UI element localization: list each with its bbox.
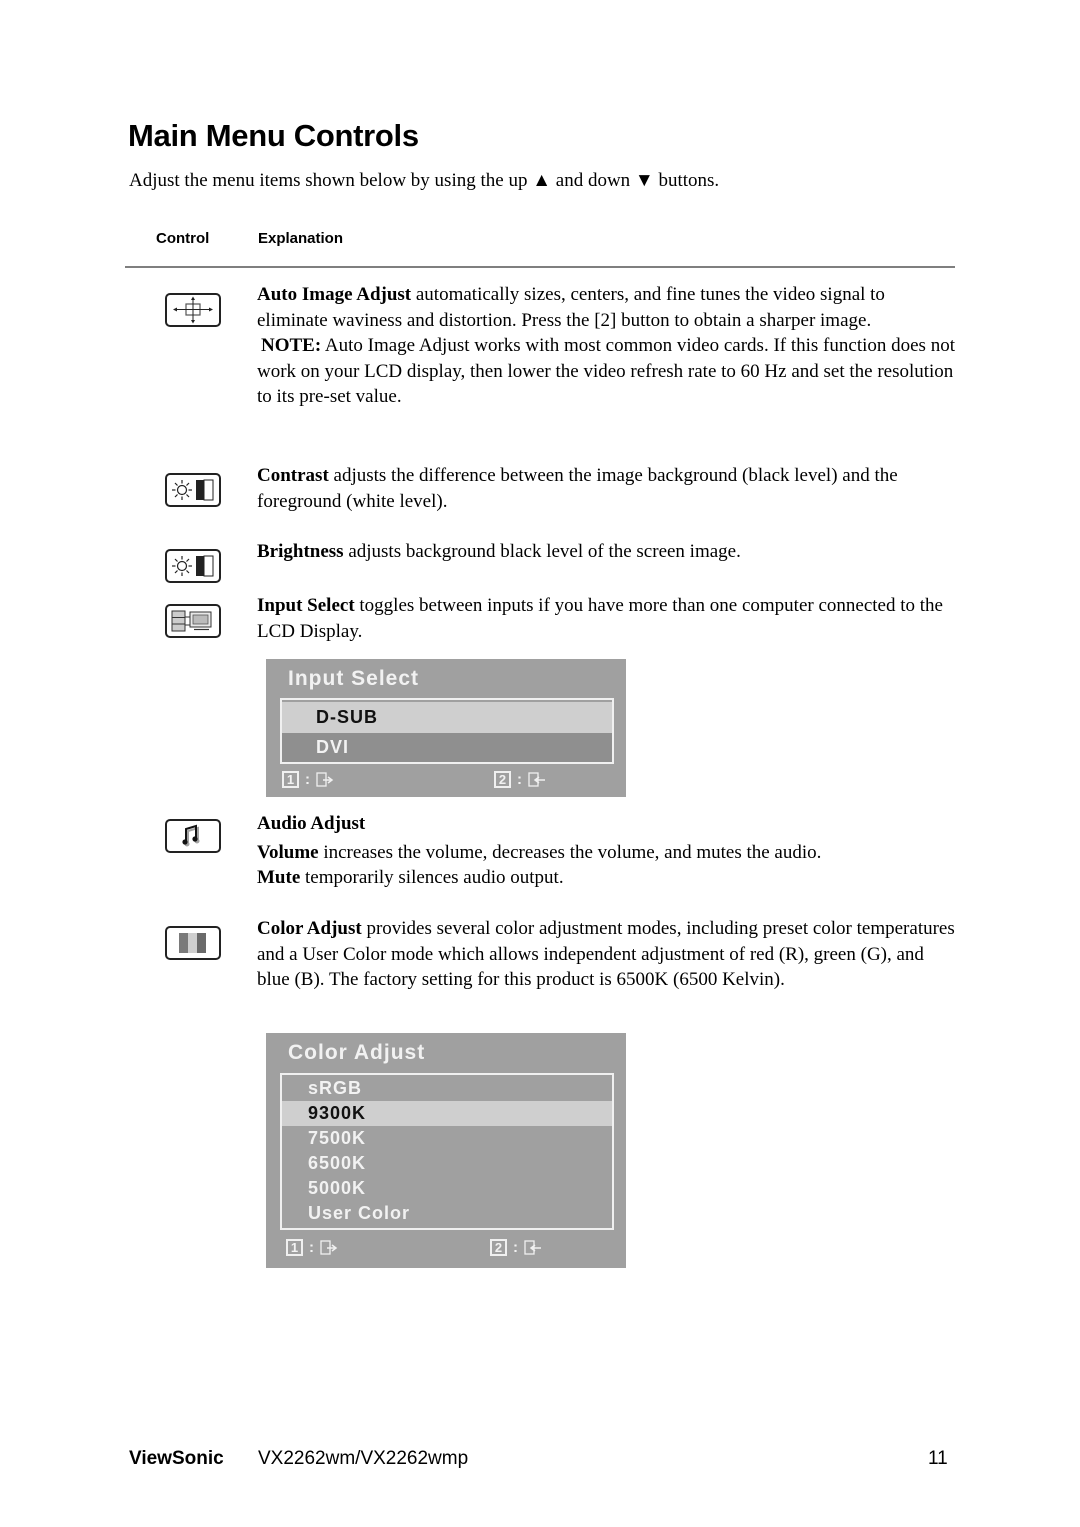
osd-option-5000k[interactable]: 5000K (282, 1176, 612, 1201)
control-row-input-select: Input Select toggles between inputs if y… (257, 593, 957, 644)
osd-option-list: sRGB 9300K 7500K 6500K 5000K User Color (280, 1073, 614, 1230)
control-name: Color Adjust (257, 918, 362, 939)
osd-option-list: D-SUB DVI (280, 698, 614, 764)
osd-option-dvi[interactable]: DVI (282, 733, 612, 762)
intro-part: Adjust the menu items shown below by usi… (129, 170, 533, 191)
control-row-brightness: Brightness adjusts background black leve… (257, 539, 957, 565)
osd-option-9300k[interactable]: 9300K (282, 1101, 612, 1126)
enter-icon (524, 1240, 541, 1255)
control-description: provides several color adjustment modes,… (257, 918, 955, 990)
intro-part: and down (551, 170, 635, 191)
osd-footer: 1 : 2 : (280, 770, 614, 792)
key-separator: : (513, 1239, 518, 1256)
osd-option-7500k[interactable]: 7500K (282, 1126, 612, 1151)
intro-text: Adjust the menu items shown below by usi… (129, 170, 719, 192)
key-separator: : (309, 1239, 314, 1256)
osd-option-6500k[interactable]: 6500K (282, 1151, 612, 1176)
control-name: Input Select (257, 595, 355, 616)
contrast-icon (165, 473, 221, 507)
down-arrow-icon: ▼ (634, 170, 654, 191)
exit-icon (316, 772, 334, 787)
enter-icon (528, 772, 545, 787)
key-1-badge: 1 (286, 1239, 303, 1256)
brightness-icon (165, 549, 221, 583)
page-title: Main Menu Controls (128, 118, 419, 153)
column-header-control: Control (156, 230, 210, 247)
control-description: adjusts background black level of the sc… (343, 541, 741, 562)
osd-color-adjust-menu: Color Adjust sRGB 9300K 7500K 6500K 5000… (266, 1033, 626, 1268)
osd-option-d-sub[interactable]: D-SUB (282, 702, 612, 733)
key-separator: : (517, 771, 522, 788)
control-name: Audio Adjust (257, 813, 366, 834)
footer-model: VX2262wm/VX2262wmp (258, 1448, 469, 1469)
mute-label: Mute (257, 867, 301, 888)
osd-input-select-menu: Input Select D-SUB DVI 1 : 2 : (266, 659, 626, 797)
control-row-contrast: Contrast adjusts the difference between … (257, 463, 957, 514)
control-description: adjusts the difference between the image… (257, 465, 898, 512)
header-divider (125, 266, 955, 268)
key-2-badge: 2 (494, 771, 511, 788)
key-1-badge: 1 (282, 771, 299, 788)
osd-option-user-color[interactable]: User Color (282, 1201, 612, 1226)
control-row-auto-image-adjust: Auto Image Adjust automatically sizes, c… (257, 282, 957, 410)
control-name: Brightness (257, 541, 344, 562)
mute-description: temporarily silences audio output. (300, 867, 564, 888)
note-text: Auto Image Adjust works with most common… (257, 335, 955, 407)
audio-adjust-icon (165, 819, 221, 853)
control-name: Auto Image Adjust (257, 284, 412, 305)
key-2-badge: 2 (490, 1239, 507, 1256)
osd-option-srgb[interactable]: sRGB (282, 1076, 612, 1101)
osd-title: Color Adjust (288, 1041, 426, 1064)
column-header-explanation: Explanation (258, 230, 344, 247)
auto-image-adjust-icon (165, 293, 221, 327)
key-separator: : (305, 771, 310, 788)
control-row-color-adjust: Color Adjust provides several color adju… (257, 916, 957, 993)
osd-footer: 1 : 2 : (280, 1238, 614, 1260)
page-number: 11 (928, 1448, 948, 1469)
color-adjust-icon (165, 926, 221, 960)
exit-icon (320, 1240, 338, 1255)
control-description: toggles between inputs if you have more … (257, 595, 943, 642)
volume-description: increases the volume, decreases the volu… (318, 841, 822, 863)
note-label: NOTE: (261, 335, 322, 356)
osd-title: Input Select (288, 667, 420, 690)
control-row-audio-adjust: Audio Adjust Volume increases the volume… (257, 811, 957, 891)
intro-part: buttons. (653, 170, 720, 191)
input-select-icon (165, 604, 221, 638)
control-name: Contrast (257, 465, 329, 486)
volume-label: Volume (257, 841, 319, 863)
footer-brand: ViewSonic (129, 1448, 224, 1469)
up-arrow-icon: ▲ (532, 170, 552, 191)
